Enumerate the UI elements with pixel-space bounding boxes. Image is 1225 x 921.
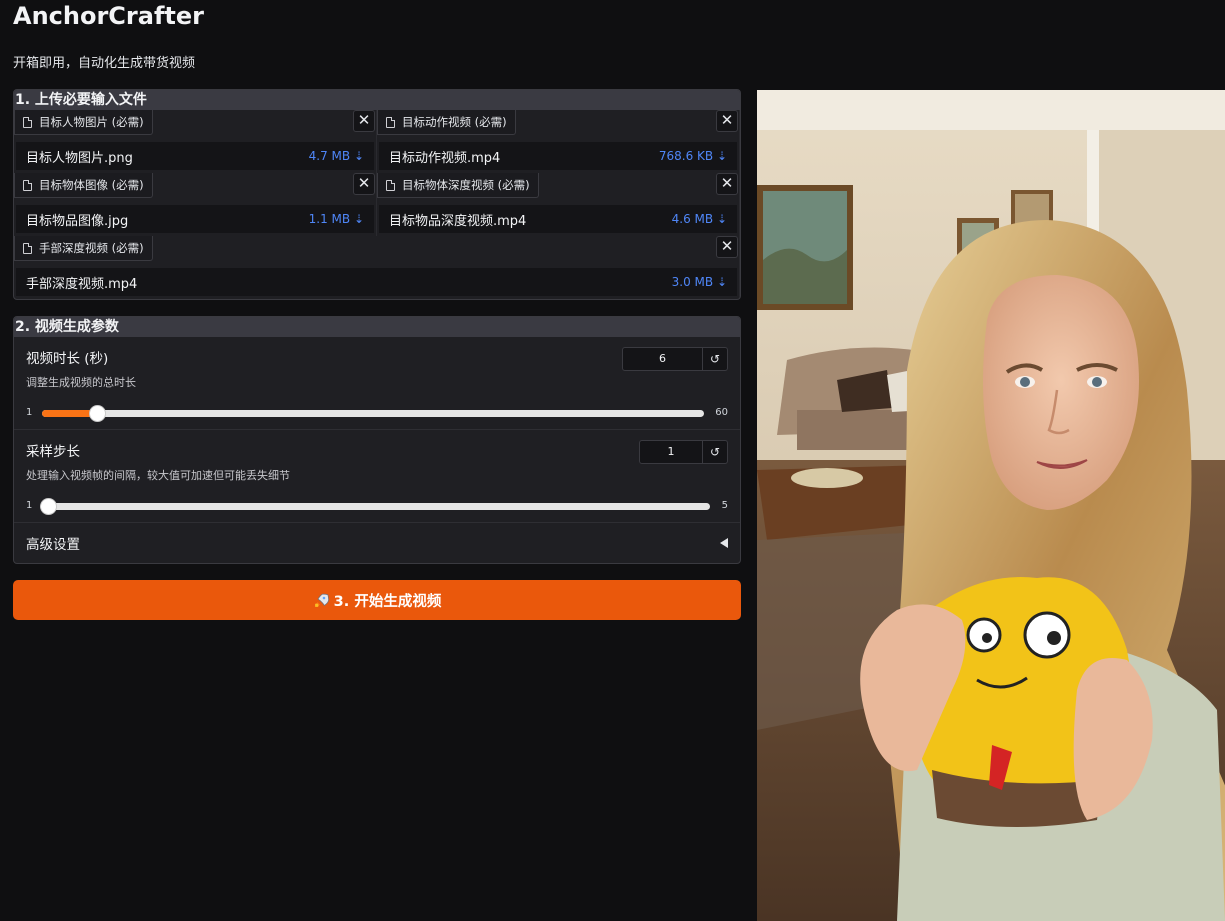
slider-max-label: 5 xyxy=(721,500,728,511)
duration-number-box: 6 ↺ xyxy=(622,347,728,371)
remove-file-button[interactable]: ✕ xyxy=(353,110,375,132)
generate-video-button[interactable]: 3. 开始生成视频 xyxy=(13,580,741,620)
video-frame-illustration xyxy=(757,90,1225,921)
file-row[interactable]: 目标物品图像.jpg 1.1 MB ⇣ xyxy=(16,205,374,233)
file-icon xyxy=(386,179,395,191)
slider-track[interactable] xyxy=(40,498,710,515)
file-hand-depth[interactable]: 手部深度视频 (必需) ✕ 手部深度视频.mp4 3.0 MB ⇣ xyxy=(14,236,740,299)
file-size-download-link[interactable]: 1.1 MB ⇣ xyxy=(309,212,364,226)
video-preview[interactable] xyxy=(757,90,1225,921)
upload-heading: 1. 上传必要输入文件 xyxy=(14,90,740,110)
remove-file-button[interactable]: ✕ xyxy=(353,173,375,195)
stride-setting: 采样步长 处理输入视频帧的间隔，较大值可加速但可能丢失细节 1 ↺ 1 5 xyxy=(14,430,740,523)
stride-reset-button[interactable]: ↺ xyxy=(703,441,727,463)
generate-video-label: 3. 开始生成视频 xyxy=(333,593,442,610)
remove-file-button[interactable]: ✕ xyxy=(716,173,738,195)
params-panel: 2. 视频生成参数 视频时长 (秒) 调整生成视频的总时长 6 ↺ 1 60 采… xyxy=(13,316,741,564)
file-row[interactable]: 手部深度视频.mp4 3.0 MB ⇣ xyxy=(16,268,737,296)
file-size-download-link[interactable]: 768.6 KB ⇣ xyxy=(659,149,727,163)
file-icon xyxy=(23,179,32,191)
left-column: 1. 上传必要输入文件 目标人物图片 (必需) ✕ 目标人物图片.png 4.7 … xyxy=(13,89,741,620)
file-label: 目标人物图片 (必需) xyxy=(14,110,153,135)
slider-min-label: 1 xyxy=(26,500,33,511)
file-label: 目标动作视频 (必需) xyxy=(377,110,516,135)
file-target-person[interactable]: 目标人物图片 (必需) ✕ 目标人物图片.png 4.7 MB ⇣ xyxy=(14,110,377,173)
file-size-download-link[interactable]: 4.6 MB ⇣ xyxy=(672,212,727,226)
slider-min-label: 1 xyxy=(26,407,33,418)
file-grid: 目标人物图片 (必需) ✕ 目标人物图片.png 4.7 MB ⇣ 目标动作视频 … xyxy=(14,110,740,299)
slider-thumb[interactable] xyxy=(89,405,106,422)
stride-input[interactable]: 1 xyxy=(640,441,703,463)
remove-file-button[interactable]: ✕ xyxy=(716,110,738,132)
file-icon xyxy=(23,242,32,254)
params-heading: 2. 视频生成参数 xyxy=(14,317,740,337)
file-name: 目标物品图像.jpg xyxy=(26,213,129,229)
duration-slider[interactable]: 1 60 xyxy=(26,399,728,427)
file-name: 目标物品深度视频.mp4 xyxy=(389,213,527,229)
stride-slider[interactable]: 1 5 xyxy=(26,492,728,520)
file-label: 手部深度视频 (必需) xyxy=(14,236,153,261)
remove-file-button[interactable]: ✕ xyxy=(716,236,738,258)
duration-input[interactable]: 6 xyxy=(623,348,703,370)
slider-max-label: 60 xyxy=(715,407,728,418)
file-name: 目标人物图片.png xyxy=(26,150,133,166)
slider-track[interactable] xyxy=(42,405,704,422)
advanced-settings-toggle[interactable]: 高级设置 xyxy=(14,523,740,563)
file-target-motion[interactable]: 目标动作视频 (必需) ✕ 目标动作视频.mp4 768.6 KB ⇣ xyxy=(377,110,740,173)
slider-thumb[interactable] xyxy=(40,498,57,515)
file-size-download-link[interactable]: 3.0 MB ⇣ xyxy=(672,275,727,289)
file-row[interactable]: 目标动作视频.mp4 768.6 KB ⇣ xyxy=(379,142,737,170)
rocket-icon xyxy=(314,593,329,607)
file-name: 手部深度视频.mp4 xyxy=(26,276,138,292)
stride-title: 采样步长 xyxy=(26,444,80,460)
app-title: AnchorCrafter xyxy=(13,2,204,30)
duration-description: 调整生成视频的总时长 xyxy=(26,376,136,389)
file-label: 目标物体图像 (必需) xyxy=(14,173,153,198)
file-target-object[interactable]: 目标物体图像 (必需) ✕ 目标物品图像.jpg 1.1 MB ⇣ xyxy=(14,173,377,236)
file-row[interactable]: 目标物品深度视频.mp4 4.6 MB ⇣ xyxy=(379,205,737,233)
upload-panel: 1. 上传必要输入文件 目标人物图片 (必需) ✕ 目标人物图片.png 4.7 … xyxy=(13,89,741,300)
stride-description: 处理输入视频帧的间隔，较大值可加速但可能丢失细节 xyxy=(26,469,290,482)
file-object-depth[interactable]: 目标物体深度视频 (必需) ✕ 目标物品深度视频.mp4 4.6 MB ⇣ xyxy=(377,173,740,236)
file-label: 目标物体深度视频 (必需) xyxy=(377,173,539,198)
duration-setting: 视频时长 (秒) 调整生成视频的总时长 6 ↺ 1 60 xyxy=(14,337,740,430)
file-name: 目标动作视频.mp4 xyxy=(389,150,501,166)
file-icon xyxy=(386,116,395,128)
file-size-download-link[interactable]: 4.7 MB ⇣ xyxy=(309,149,364,163)
stride-number-box: 1 ↺ xyxy=(639,440,728,464)
advanced-settings-label: 高级设置 xyxy=(26,537,80,553)
duration-reset-button[interactable]: ↺ xyxy=(703,348,727,370)
file-icon xyxy=(23,116,32,128)
file-row[interactable]: 目标人物图片.png 4.7 MB ⇣ xyxy=(16,142,374,170)
collapse-triangle-icon xyxy=(720,538,728,548)
app-subtitle: 开箱即用，自动化生成带货视频 xyxy=(13,56,196,71)
